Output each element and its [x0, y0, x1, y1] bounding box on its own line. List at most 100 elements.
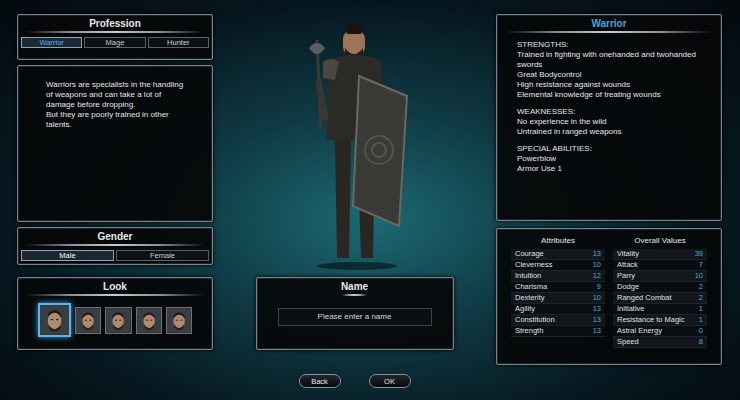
- tab-label: Mage: [106, 38, 125, 47]
- gender-options: Male Female: [18, 250, 212, 261]
- stat-row: Courage 13: [511, 249, 605, 260]
- stat-row: Dexterity 10: [511, 293, 605, 304]
- section-heading: STRENGTHS:: [517, 40, 701, 50]
- portrait[interactable]: [105, 307, 131, 334]
- stat-value: 12: [593, 271, 601, 281]
- stat-value: 2: [699, 293, 703, 303]
- stat-value: 8: [699, 337, 703, 347]
- left-column: Profession Warrior Mage Hunter Warriors are …: [17, 0, 213, 400]
- panel-title: Gender: [97, 230, 132, 243]
- section-item: Trained in fighting with onehanded and t…: [517, 50, 701, 70]
- stat-value: 13: [593, 315, 601, 325]
- stat-value: 39: [695, 249, 703, 259]
- portrait[interactable]: [136, 307, 162, 334]
- panel-header: Gender: [18, 228, 212, 246]
- header-ornament: [506, 31, 712, 33]
- stat-value: 13: [593, 326, 601, 336]
- stat-value: 10: [593, 293, 601, 303]
- button-0[interactable]: Back: [299, 374, 341, 388]
- header-ornament: [26, 244, 204, 246]
- section-item: Powerblow: [517, 154, 701, 164]
- stat-label: Agility: [515, 304, 535, 314]
- stat-row: Constitution 13: [511, 315, 605, 326]
- profession-tab[interactable]: Mage: [84, 37, 145, 48]
- profession-tab[interactable]: Hunter: [148, 37, 209, 48]
- gender-label: Female: [150, 251, 175, 260]
- header-ornament: [26, 31, 204, 33]
- stat-value: 10: [593, 260, 601, 270]
- center-column: Name Back OK: [213, 0, 496, 400]
- stat-row: Vitality 39: [613, 249, 707, 260]
- description-text: But they are poorly trained in other tal…: [46, 110, 184, 130]
- stat-row: Ranged Combat 2: [613, 293, 707, 304]
- gender-panel: Gender Male Female: [17, 227, 213, 265]
- attributes-column: AttributesCourage13Cleverness10Intuition…: [511, 235, 605, 364]
- character-area: [213, 14, 496, 270]
- stat-row: Charisma 9: [511, 282, 605, 293]
- stat-value: 13: [593, 249, 601, 259]
- screen: Profession Warrior Mage Hunter Warriors are …: [0, 0, 740, 400]
- name-input[interactable]: [278, 308, 432, 326]
- section-item: Untrained in ranged weapons: [517, 127, 701, 137]
- stat-value: 1: [699, 304, 703, 314]
- gender-option[interactable]: Male: [21, 250, 114, 261]
- stat-label: Resistance to Magic: [617, 315, 685, 325]
- stat-row: Strength 13: [511, 326, 605, 337]
- stat-label: Courage: [515, 249, 544, 259]
- description-panel: Warriors are specialists in the handling…: [17, 65, 213, 222]
- section-heading: WEAKNESSES:: [517, 107, 701, 117]
- panel-title: Warrior: [591, 17, 626, 30]
- face-icon: [106, 308, 130, 333]
- stat-value: 10: [695, 271, 703, 281]
- stat-label: Ranged Combat: [617, 293, 672, 303]
- look-panel: Look: [17, 277, 213, 350]
- stat-value: 0: [699, 326, 703, 336]
- stat-label: Dexterity: [515, 293, 545, 303]
- stat-label: Attack: [617, 260, 638, 270]
- stat-row: Parry 10: [613, 271, 707, 282]
- stat-row: Cleverness 10: [511, 260, 605, 271]
- face-icon: [76, 308, 100, 333]
- stat-label: Charisma: [515, 282, 547, 292]
- button-row: Back OK: [299, 374, 411, 388]
- header-ornament: [342, 294, 367, 296]
- stat-value: 9: [597, 282, 601, 292]
- panel-header: Look: [18, 278, 212, 296]
- face-icon: [137, 308, 161, 333]
- portrait[interactable]: [38, 303, 71, 337]
- profession-panel: Profession Warrior Mage Hunter: [17, 14, 213, 60]
- portrait[interactable]: [166, 307, 192, 334]
- gender-option[interactable]: Female: [116, 250, 209, 261]
- stats-title: Attributes: [511, 235, 605, 247]
- panel-title: Profession: [89, 17, 141, 30]
- warrior-character-icon: [295, 20, 415, 270]
- stat-label: Cleverness: [515, 260, 553, 270]
- stat-row: Speed 8: [613, 337, 707, 348]
- button-1[interactable]: OK: [369, 374, 411, 388]
- stat-label: Vitality: [617, 249, 639, 259]
- description-text: Warriors are specialists in the handling…: [46, 80, 184, 110]
- stat-row: Astral Energy0: [613, 326, 707, 337]
- panel-header: Warrior: [497, 15, 721, 33]
- stat-label: Speed: [617, 337, 639, 347]
- overall-column: Overall ValuesVitality39Attack7Parry10Do…: [613, 235, 707, 364]
- details-section: SPECIAL ABILITIES:PowerblowArmor Use 1: [517, 144, 701, 174]
- stat-label: Constitution: [515, 315, 555, 325]
- details-panel: Warrior STRENGTHS:Trained in fighting wit…: [496, 14, 722, 221]
- stats-title: Overall Values: [613, 235, 707, 247]
- details-section: WEAKNESSES:No experience in the wildUntr…: [517, 107, 701, 137]
- stat-row: Initiative1: [613, 304, 707, 315]
- stat-value: 2: [699, 282, 703, 292]
- face-icon: [167, 308, 191, 333]
- right-column: Warrior STRENGTHS:Trained in fighting wit…: [496, 0, 722, 400]
- section-item: Great Bodycontrol: [517, 70, 701, 80]
- tab-label: Warrior: [40, 38, 64, 47]
- tab-label: Hunter: [167, 38, 190, 47]
- stat-label: Strength: [515, 326, 543, 336]
- name-panel: Name: [256, 277, 454, 350]
- section-item: No experience in the wild: [517, 117, 701, 127]
- profession-tab[interactable]: Warrior: [21, 37, 82, 48]
- stat-label: Parry: [617, 271, 635, 281]
- profession-tabs: Warrior Mage Hunter: [18, 37, 212, 48]
- portrait[interactable]: [75, 307, 101, 334]
